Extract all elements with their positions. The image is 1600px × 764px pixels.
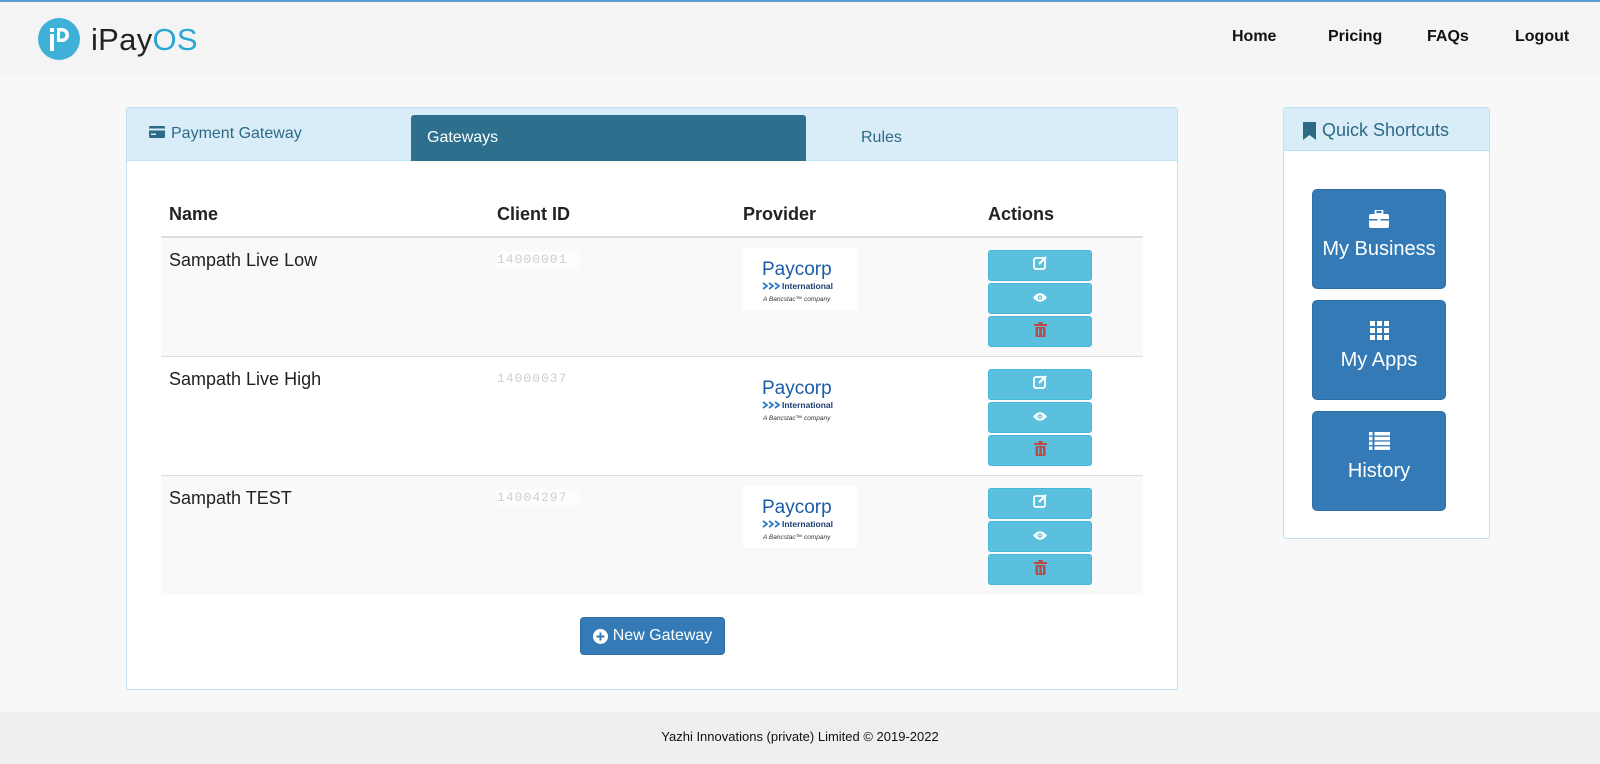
edit-button[interactable] <box>988 250 1092 281</box>
trash-icon <box>1033 321 1047 342</box>
table-row: Sampath TEST 14004297 Paycorp Internatio… <box>161 476 1143 595</box>
brand-logo-icon <box>38 18 80 60</box>
table-row: Sampath Live Low 14000001 Paycorp Intern… <box>161 238 1143 357</box>
panel-title-text: Payment Gateway <box>171 125 302 142</box>
provider-logo: Paycorp International A Bancstac™ compan… <box>743 486 857 548</box>
edit-icon <box>1032 494 1048 513</box>
trash-icon <box>1033 559 1047 580</box>
new-gateway-label: New Gateway <box>612 627 713 644</box>
provider-logo-tagline: A Bancstac™ company <box>762 296 831 303</box>
quick-shortcuts-title: Quick Shortcuts <box>1303 120 1449 141</box>
view-button[interactable] <box>988 402 1092 433</box>
quick-shortcuts-title-text: Quick Shortcuts <box>1322 120 1450 140</box>
view-button[interactable] <box>988 521 1092 552</box>
new-gateway-button[interactable]: New Gateway <box>580 617 725 655</box>
delete-button[interactable] <box>988 316 1092 347</box>
list-icon <box>1313 430 1445 452</box>
table-header: Name Client ID Provider Actions <box>161 192 1143 238</box>
client-id-redacted: 14000001 <box>497 252 579 268</box>
briefcase-icon <box>1313 208 1445 230</box>
shortcut-my-apps[interactable]: My Apps <box>1312 300 1446 400</box>
delete-button[interactable] <box>988 554 1092 585</box>
provider-logo: Paycorp International A Bancstac™ compan… <box>743 248 857 310</box>
delete-button[interactable] <box>988 435 1092 466</box>
table-row: Sampath Live High 14000037 Paycorp Inter… <box>161 357 1143 476</box>
top-navbar: iPayOS Home Pricing FAQs Logout <box>0 2 1600 74</box>
nav-faqs[interactable]: FAQs <box>1427 28 1469 46</box>
nav-logout[interactable]: Logout <box>1515 28 1569 46</box>
shortcut-history[interactable]: History <box>1312 411 1446 511</box>
tab-rules[interactable]: Rules <box>861 129 902 147</box>
edit-icon <box>1032 375 1048 394</box>
quick-shortcuts-panel: Quick Shortcuts My Business My Apps Hist… <box>1283 107 1490 539</box>
eye-icon <box>1032 290 1048 308</box>
column-header-provider: Provider <box>743 204 817 224</box>
shortcut-label: My Apps <box>1340 349 1418 371</box>
tab-gateways[interactable]: Gateways <box>411 115 806 161</box>
shortcut-label: My Business <box>1322 238 1436 260</box>
nav-pricing[interactable]: Pricing <box>1328 28 1382 46</box>
nav-home[interactable]: Home <box>1232 28 1276 46</box>
provider-logo: Paycorp International A Bancstac™ compan… <box>743 367 857 429</box>
copyright-text: Yazhi Innovations (private) Limited © 20… <box>661 729 939 744</box>
brand-logo[interactable]: iPayOS <box>38 18 198 60</box>
column-header-name: Name <box>169 204 219 224</box>
trash-icon <box>1033 440 1047 461</box>
column-header-client-id: Client ID <box>497 204 571 224</box>
shortcut-my-business[interactable]: My Business <box>1312 189 1446 289</box>
grid-icon <box>1313 319 1445 341</box>
eye-icon <box>1032 409 1048 427</box>
gateway-name: Sampath Live Low <box>169 250 318 270</box>
row-actions <box>988 369 1092 468</box>
credit-card-icon <box>149 125 165 143</box>
provider-logo-name: Paycorp <box>762 497 832 518</box>
provider-logo-tagline: A Bancstac™ company <box>762 415 831 422</box>
payment-gateway-panel: Payment Gateway Gateways Rules Name Clie… <box>126 107 1178 690</box>
gateway-name: Sampath Live High <box>169 369 322 389</box>
gateways-table: Name Client ID Provider Actions Sampath … <box>161 192 1143 595</box>
brand-name: iPayOS <box>91 24 198 55</box>
provider-logo-tagline: A Bancstac™ company <box>762 534 831 541</box>
row-actions <box>988 250 1092 349</box>
edit-button[interactable] <box>988 488 1092 519</box>
row-actions <box>988 488 1092 587</box>
edit-button[interactable] <box>988 369 1092 400</box>
column-header-actions: Actions <box>988 204 1055 224</box>
bookmark-icon <box>1303 121 1316 140</box>
panel-heading: Payment Gateway Gateways Rules <box>127 108 1177 161</box>
provider-logo-name: Paycorp <box>762 259 832 280</box>
quick-shortcuts-heading: Quick Shortcuts <box>1284 108 1489 151</box>
edit-icon <box>1032 256 1048 275</box>
provider-logo-subtitle: International <box>782 281 833 291</box>
provider-logo-name: Paycorp <box>762 378 832 399</box>
client-id-redacted: 14000037 <box>497 371 579 387</box>
brand-name-suffix: OS <box>152 21 198 57</box>
client-id-redacted: 14004297 <box>497 490 579 506</box>
gateway-name: Sampath TEST <box>169 488 292 508</box>
view-button[interactable] <box>988 283 1092 314</box>
shortcut-label: History <box>1347 460 1411 482</box>
plus-circle-icon <box>592 628 608 644</box>
panel-title: Payment Gateway <box>149 125 302 143</box>
provider-logo-subtitle: International <box>782 400 833 410</box>
brand-name-prefix: iPay <box>91 21 153 57</box>
eye-icon <box>1032 528 1048 546</box>
provider-logo-subtitle: International <box>782 519 833 529</box>
page-footer: Yazhi Innovations (private) Limited © 20… <box>0 712 1600 764</box>
